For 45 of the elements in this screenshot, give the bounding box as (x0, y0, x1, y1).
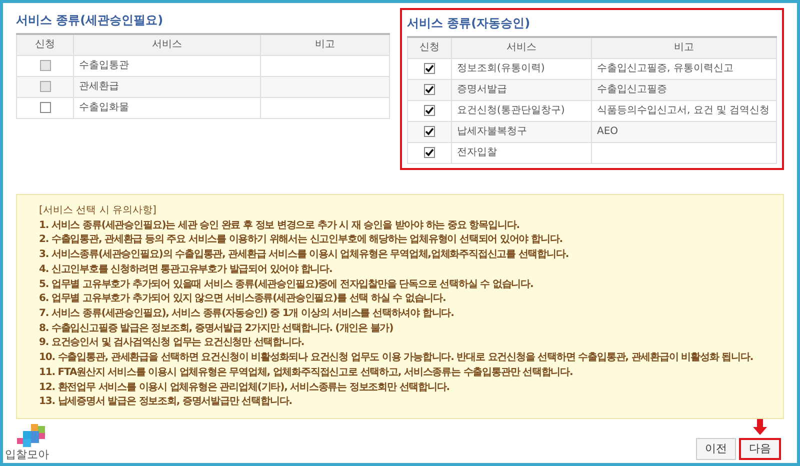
column-header: 서비스 (74, 34, 260, 55)
column-header: 신청 (16, 34, 74, 55)
column-header: 비고 (260, 34, 390, 55)
column-header: 서비스 (451, 37, 592, 58)
table-cell-text: AEO (596, 124, 618, 138)
notice-heading: [서비스 선택 시 유의사항] (39, 204, 158, 218)
panel-title: 서비스 종류(자동승인) (406, 15, 532, 32)
panel-title: 서비스 종류(세관승인필요) (16, 12, 164, 29)
table-cell-text: 식품등의수입신고서, 요건 및 검역신청 (596, 104, 770, 118)
notice-item: 1. 서비스 종류(세관승인필요)는 세관 승인 완료 후 정보 변경으로 추가 시 재 승인을 받아야 하는 중요 항목입니다. (39, 218, 520, 233)
table-cell: 증명서발급 (451, 79, 592, 100)
notice-item: 10. 수출입통관, 관세환급을 선택하면 요건신청이 비활성화되나 요건신청 업무도 이용 가능합니다. 반대로 요건신청을 선택하면 수출입통관, 관세환급이 비활성화 됩니다. (39, 351, 754, 366)
checkbox[interactable] (40, 102, 50, 113)
table-cell: 납세자불복청구 (451, 121, 592, 142)
nav-button[interactable]: 다음 (739, 438, 781, 460)
table-cell: 수출입화물 (74, 97, 260, 118)
table-cell: 요건신청(통관단일창구) (451, 100, 592, 121)
checkbox[interactable] (424, 104, 435, 116)
column-header: 비고 (591, 37, 776, 58)
checkbox[interactable] (424, 126, 435, 137)
notice-item: 8. 수출입신고필증 발급은 정보조회, 증명서발급 2가지만 선택합니다. (개인은 불가) (39, 322, 394, 336)
logo-text: 입찰모아 (5, 448, 49, 462)
down-arrow-icon (753, 419, 767, 435)
table-cell: 관세환급 (74, 76, 260, 97)
checkbox[interactable] (424, 146, 435, 158)
checkbox[interactable] (424, 84, 435, 95)
notice-item: 4. 신고인부호를 신청하려면 통관고유부호가 발급되어 있어야 합니다. (39, 262, 334, 277)
table-cell: 전자입찰 (451, 142, 592, 163)
table-cell-text: 수출입신고필증 (596, 82, 667, 96)
notice-item: 5. 업무별 고유부호가 추가되어 있을때 서비스 종류(세관승인필요)중에 전자입찰만을 단독으로 선택하실 수 없습니다. (39, 278, 534, 292)
notice-item: 3. 서비스종류(세관승인필요)의 수출입통관, 관세환급 서비스를 이용시 업체유형은 무역업체,업체화주직접신고를 선택합니다. (39, 248, 570, 262)
nav-button[interactable]: 이전 (696, 438, 736, 460)
notice-item: 11. FTA원산지 서비스를 이용시 업체유형은 무역업체, 업체화주직접신고로 선택하고, 서비스종류는 수출입통관만 선택합니다. (39, 366, 574, 380)
checkbox[interactable] (424, 62, 435, 74)
notice-item: 13. 납세증명서 발급은 정보조회, 증명서발급만 선택합니다. (39, 395, 293, 410)
column-header: 신청 (407, 37, 452, 58)
notice-item: 6. 업무별 고유부호가 추가되어 있지 않으면 서비스종류(세관승인필요)를 선택 하실 수 없습니다. (39, 292, 447, 306)
notice-item: 2. 수출입통관, 관세환급 등의 주요 서비스를 이용하기 위해서는 신고인부호에 해당하는 업체유형이 선택되어 있어야 합니다. (39, 233, 564, 248)
table-cell-text: 수출입신고필증, 유통이력신고 (596, 62, 734, 76)
notice-item: 12. 환전업무 서비스를 이용시 업체유형은 관리업체(기타), 서비스종류는 정보조회만 선택합니다. (39, 380, 451, 395)
table-cell: 수출입통관 (74, 55, 260, 76)
logo-icon (17, 424, 47, 448)
table-cell: 정보조회(유통이력) (451, 58, 592, 79)
notice-item: 9. 요건승인서 및 검사검역신청 업무는 요건신청만 선택합니다. (39, 336, 306, 350)
notice-item: 7. 서비스 종류(세관승인필요), 서비스 종류(자동승인) 중 1개 이상의 서비스를 선택하셔야 합니다. (39, 307, 455, 321)
